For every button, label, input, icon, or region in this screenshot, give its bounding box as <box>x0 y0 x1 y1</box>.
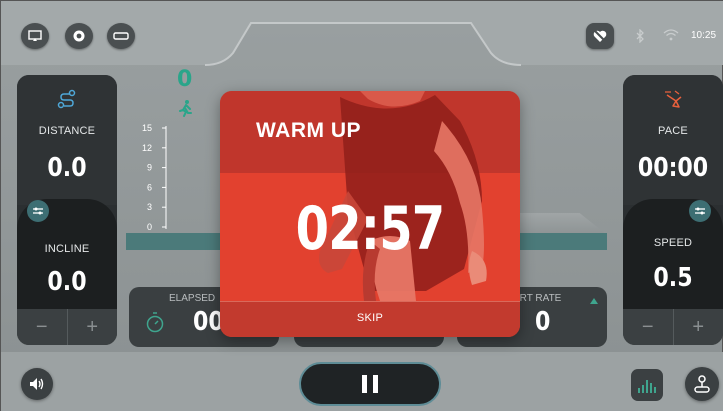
pause-icon-bar <box>373 375 378 393</box>
chart-current-value: 0 <box>177 67 193 92</box>
screen-cast-icon <box>28 30 42 41</box>
distance-value: 0.0 <box>47 153 87 183</box>
pause-icon-bar <box>362 375 367 393</box>
speed-label: SPEED <box>653 237 693 249</box>
chart-y-tick-label: 12 <box>142 143 152 153</box>
triangle-up-icon <box>590 298 598 304</box>
incline-label: INCLINE <box>44 243 90 255</box>
treadmill-screen: 10:25 15 12 9 6 3 0 0 DISTANCE 0.0 INCLINE 0 <box>0 0 723 411</box>
pace-icon <box>665 90 682 108</box>
countdown-timer: 02:57 <box>295 194 446 264</box>
dialog-title: WARM UP <box>256 119 361 142</box>
heart-off-icon <box>593 29 607 43</box>
volume-button[interactable] <box>21 368 53 400</box>
speed-stepper: − + <box>623 309 723 345</box>
chart-y-tick-label: 0 <box>147 222 152 232</box>
warm-up-dialog: WARM UP 02:57 SKIP <box>220 91 520 337</box>
top-bar: 10:25 <box>1 1 723 67</box>
ring-icon <box>73 30 85 42</box>
sliders-icon <box>33 207 43 215</box>
incline-plus-button[interactable]: + <box>66 309 118 345</box>
ring-button[interactable] <box>65 23 93 49</box>
pace-value: 00:00 <box>637 153 709 183</box>
incline-stepper: − + <box>17 309 117 345</box>
speed-value: 0.5 <box>653 263 693 293</box>
bluetooth-icon <box>636 29 644 43</box>
left-metrics-panel: DISTANCE 0.0 INCLINE 0.0 − + <box>17 75 117 345</box>
screen-cast-button[interactable] <box>21 23 49 49</box>
joystick-icon <box>694 375 710 393</box>
stats-button[interactable] <box>631 369 663 401</box>
chart-y-tick-label: 15 <box>142 123 152 133</box>
no-heart-sensor-button[interactable] <box>586 23 614 49</box>
speaker-icon <box>30 378 44 390</box>
speed-adjust-button[interactable] <box>689 200 711 222</box>
chart-y-tick-label: 6 <box>147 182 152 192</box>
controller-button[interactable] <box>685 367 719 401</box>
incline-value: 0.0 <box>47 267 87 297</box>
distance-label: DISTANCE <box>38 125 96 137</box>
distance-icon <box>57 89 76 109</box>
incline-adjust-button[interactable] <box>27 200 49 222</box>
incline-minus-button[interactable]: − <box>17 309 67 345</box>
bar-chart-icon <box>638 380 656 393</box>
sliders-icon <box>695 207 705 215</box>
right-metrics-panel: PACE 00:00 SPEED 0.5 − + <box>623 75 723 345</box>
stopwatch-icon <box>146 312 164 333</box>
chart-y-tick-label: 9 <box>147 163 152 173</box>
speed-plus-button[interactable]: + <box>672 309 723 345</box>
heart-rate-value: 0 <box>535 307 551 337</box>
pace-label: PACE <box>658 125 688 137</box>
skip-label[interactable]: SKIP <box>220 312 520 324</box>
runner-icon <box>179 100 192 117</box>
speed-minus-button[interactable]: − <box>623 309 673 345</box>
chart-y-tick-label: 3 <box>147 202 152 212</box>
heart-rate-label: ART RATE <box>513 293 562 304</box>
hdmi-icon <box>113 32 129 40</box>
clock: 10:25 <box>691 30 717 41</box>
hdmi-button[interactable] <box>107 23 135 49</box>
wifi-icon <box>663 29 679 41</box>
pause-button[interactable] <box>299 362 441 406</box>
elapsed-label: ELAPSED <box>169 293 216 304</box>
